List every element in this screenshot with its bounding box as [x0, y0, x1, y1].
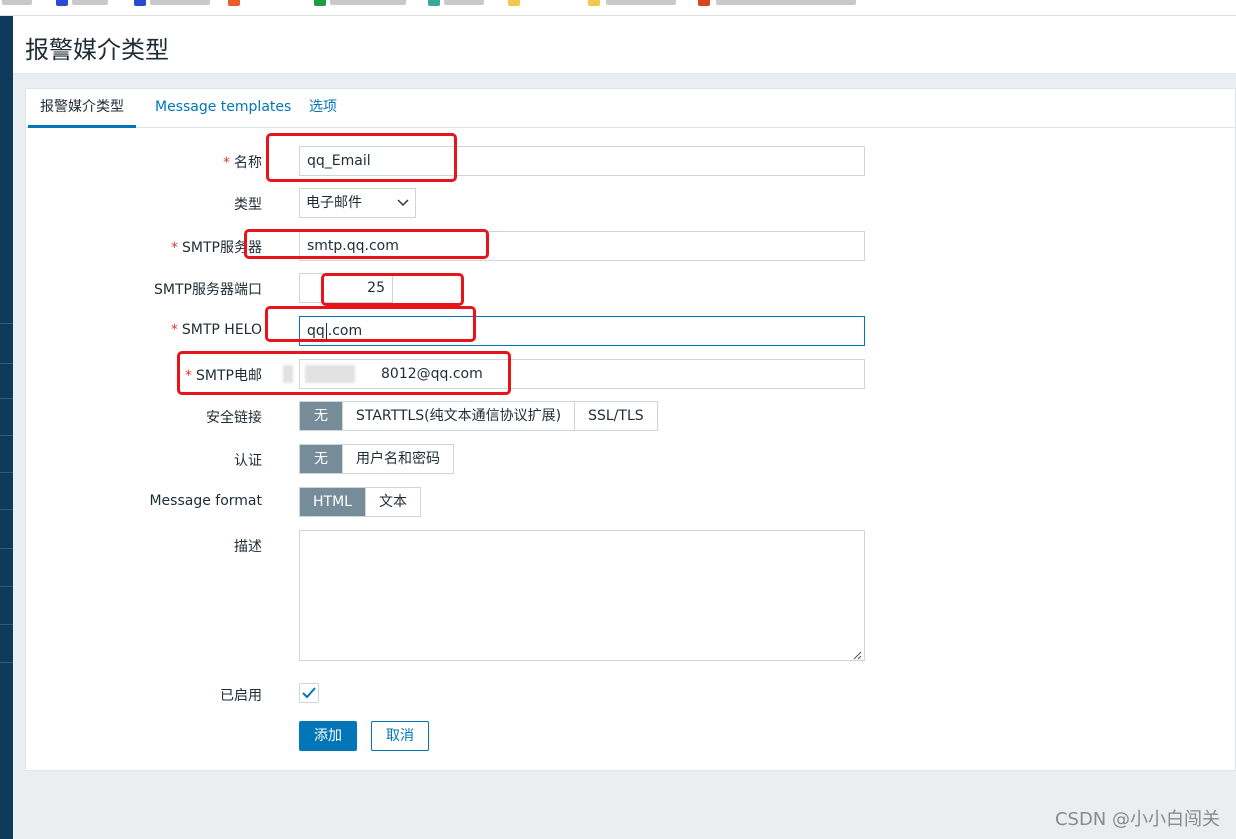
add-button[interactable]: 添加	[299, 721, 357, 751]
redaction-mask	[305, 365, 355, 383]
security-option-none[interactable]: 无	[300, 402, 343, 430]
tab-message-templates[interactable]: Message templates	[143, 89, 303, 128]
tab-media-type[interactable]: 报警媒介类型	[28, 89, 136, 128]
bookmark-item[interactable]	[716, 0, 856, 5]
enabled-label: 已启用	[220, 688, 262, 704]
smtp-server-input[interactable]: smtp.qq.com	[299, 231, 865, 261]
required-marker: *	[171, 240, 179, 256]
smtp-email-label-text: SMTP电邮	[196, 368, 262, 384]
required-marker: *	[223, 155, 230, 171]
bookmark-icon	[698, 0, 710, 6]
auth-toggle: 无 用户名和密码	[299, 444, 454, 474]
sidebar-divider	[0, 509, 13, 510]
sidebar-divider	[0, 398, 13, 399]
sidebar	[0, 16, 13, 839]
bookmark-icon	[134, 0, 146, 6]
description-label: 描述	[234, 539, 262, 555]
auth-label: 认证	[234, 453, 262, 469]
message-format-label: Message format	[149, 493, 262, 509]
description-textarea[interactable]	[299, 530, 865, 661]
folder-icon	[588, 0, 600, 6]
bookmark-icon	[314, 0, 326, 6]
smtp-port-input[interactable]: 25	[299, 273, 393, 303]
sidebar-divider	[0, 363, 13, 364]
bookmark-icon	[428, 0, 440, 6]
format-option-html[interactable]: HTML	[300, 488, 366, 516]
type-select-value: 电子邮件	[306, 195, 362, 211]
smtp-server-label: * SMTP服务器	[0, 237, 262, 257]
cancel-button[interactable]: 取消	[371, 721, 429, 751]
sidebar-divider	[0, 662, 13, 663]
auth-option-password[interactable]: 用户名和密码	[343, 445, 453, 473]
security-option-starttls[interactable]: STARTTLS(纯文本通信协议扩展)	[343, 402, 576, 430]
type-label: 类型	[234, 197, 262, 213]
smtp-port-label: SMTP服务器端口	[154, 282, 262, 298]
page-title: 报警媒介类型	[25, 36, 169, 64]
bookmark-item[interactable]	[606, 0, 676, 5]
security-toggle: 无 STARTTLS(纯文本通信协议扩展) SSL/TLS	[299, 401, 658, 431]
security-label: 安全链接	[206, 410, 262, 426]
smtp-helo-input[interactable]: qq .com	[299, 316, 865, 346]
sidebar-divider	[0, 435, 13, 436]
page-header: 报警媒介类型	[13, 16, 1236, 74]
security-option-ssl-tls[interactable]: SSL/TLS	[575, 402, 657, 430]
smtp-helo-label: * SMTP HELO	[0, 322, 262, 338]
bookmark-icon	[228, 0, 240, 6]
format-option-text[interactable]: 文本	[366, 488, 420, 516]
text-caret	[325, 322, 327, 340]
auth-option-none[interactable]: 无	[300, 445, 343, 473]
name-input[interactable]: qq_Email	[299, 146, 865, 176]
smtp-helo-text-after: .com	[327, 323, 363, 339]
bookmark-item[interactable]	[150, 0, 210, 5]
smtp-helo-text-before: qq	[307, 323, 325, 339]
check-icon	[302, 687, 316, 699]
sidebar-divider	[0, 472, 13, 473]
required-marker: *	[185, 368, 193, 384]
smtp-server-label-text: SMTP服务器	[182, 240, 262, 256]
tab-bar: 报警媒介类型 Message templates 选项	[26, 89, 1236, 128]
type-select[interactable]: 电子邮件	[299, 188, 416, 218]
redaction-mask	[283, 365, 293, 383]
chevron-down-icon	[397, 189, 409, 227]
bookmark-icon	[56, 0, 68, 6]
folder-icon	[508, 0, 520, 6]
name-label: * 名称	[0, 152, 262, 172]
name-label-text: 名称	[234, 155, 262, 171]
watermark: CSDN @小小白闯关	[1054, 809, 1220, 830]
smtp-email-input[interactable]: 8012@qq.com	[299, 359, 865, 389]
enabled-checkbox[interactable]	[299, 683, 319, 703]
resize-grip-icon[interactable]	[852, 648, 862, 660]
bookmark-item[interactable]	[2, 0, 32, 5]
bookmark-item[interactable]	[72, 0, 108, 5]
required-marker: *	[170, 322, 178, 338]
bookmark-bar	[0, 0, 1236, 16]
sidebar-divider	[0, 586, 13, 587]
sidebar-divider	[0, 624, 13, 625]
smtp-email-label: * SMTP电邮	[0, 365, 262, 385]
smtp-helo-label-text: SMTP HELO	[181, 322, 262, 338]
tab-options[interactable]: 选项	[297, 89, 349, 128]
bookmark-item[interactable]	[444, 0, 484, 5]
message-format-toggle: HTML 文本	[299, 487, 421, 517]
bookmark-item[interactable]	[330, 0, 406, 5]
